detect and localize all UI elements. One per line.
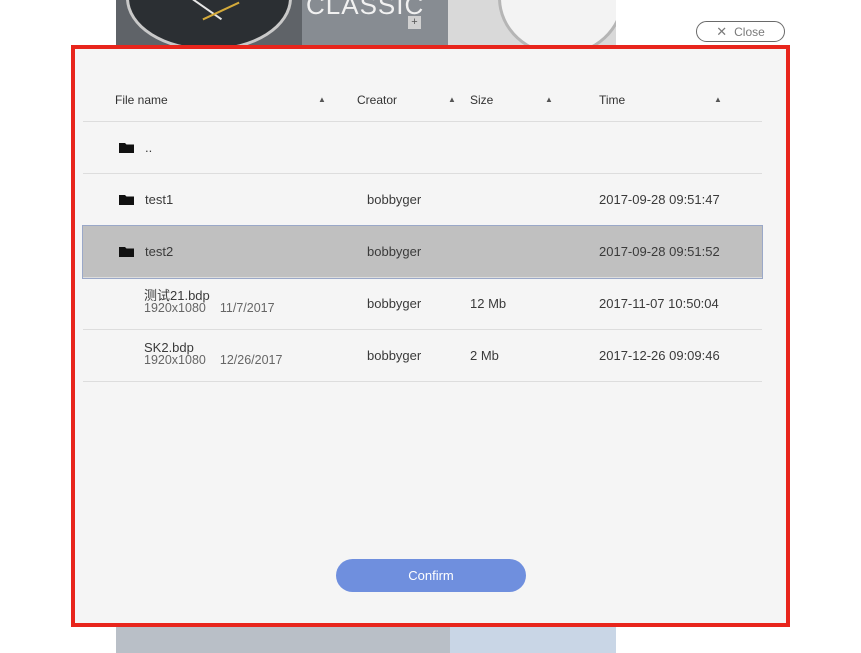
file-name: ..	[145, 140, 153, 155]
file-name: test1	[145, 192, 174, 207]
sort-icon[interactable]: ▲︎	[714, 79, 722, 121]
file-size: 12 Mb	[470, 296, 507, 311]
file-resolution: 1920x1080	[144, 301, 206, 315]
modified-time: 2017-12-26 09:09:46	[599, 348, 720, 363]
file-name: test2	[145, 244, 174, 259]
file-date: 11/7/2017	[219, 301, 275, 315]
file-resolution: 1920x1080	[144, 353, 206, 367]
file-name-block: 测试21.bdp 1920x1080 11/7/2017	[144, 289, 289, 315]
modified-time: 2017-09-28 09:51:52	[599, 244, 720, 259]
file-size: 2 Mb	[470, 348, 499, 363]
folder-icon	[119, 195, 134, 205]
column-header-time[interactable]: Time	[599, 79, 625, 121]
table-row[interactable]: 测试21.bdp 1920x1080 11/7/2017 bobbyger 12 …	[83, 278, 762, 330]
file-meta: 1920x1080 11/7/2017	[144, 302, 289, 315]
table-row-selected[interactable]: test2 bobbyger 2017-09-28 09:51:52	[82, 225, 763, 279]
creator: bobbyger	[367, 192, 422, 207]
close-icon: ✕	[716, 23, 728, 39]
column-header-size[interactable]: Size	[470, 79, 493, 121]
table-row[interactable]: SK2.bdp 1920x1080 12/26/2017 bobbyger 2 M…	[83, 330, 762, 382]
classic-banner-text: CLASSIC	[306, 0, 425, 20]
modified-time: 2017-11-07 10:50:04	[599, 296, 719, 311]
folder-icon	[119, 143, 134, 153]
close-label: Close	[734, 24, 765, 39]
column-header-file-name[interactable]: File name	[115, 79, 168, 121]
table-row[interactable]: test1 bobbyger 2017-09-28 09:51:47	[83, 174, 762, 226]
column-header-creator[interactable]: Creator	[357, 79, 397, 121]
modified-time: 2017-09-28 09:51:47	[599, 192, 720, 207]
sort-icon[interactable]: ▲︎	[318, 79, 326, 121]
sort-icon[interactable]: ▲︎	[448, 79, 456, 121]
file-meta: 1920x1080 12/26/2017	[144, 354, 296, 367]
confirm-button[interactable]: Confirm	[336, 559, 526, 592]
background-bottom-strip	[116, 627, 616, 653]
creator: bobbyger	[367, 296, 422, 311]
close-button[interactable]: ✕ Close	[696, 21, 785, 42]
creator: bobbyger	[367, 244, 422, 259]
table-row[interactable]: ..	[83, 122, 762, 174]
table-header: File name ▲︎ Creator ▲︎ Size ▲︎ Time ▲︎	[83, 79, 762, 122]
folder-icon	[119, 247, 134, 257]
file-table: File name ▲︎ Creator ▲︎ Size ▲︎ Time ▲︎ …	[82, 79, 763, 382]
file-date: 12/26/2017	[219, 353, 283, 367]
plus-icon: +	[408, 16, 421, 29]
file-picker-dialog: File name ▲︎ Creator ▲︎ Size ▲︎ Time ▲︎ …	[71, 45, 790, 627]
sort-icon[interactable]: ▲︎	[545, 79, 553, 121]
creator: bobbyger	[367, 348, 422, 363]
file-name-block: SK2.bdp 1920x1080 12/26/2017	[144, 341, 296, 367]
